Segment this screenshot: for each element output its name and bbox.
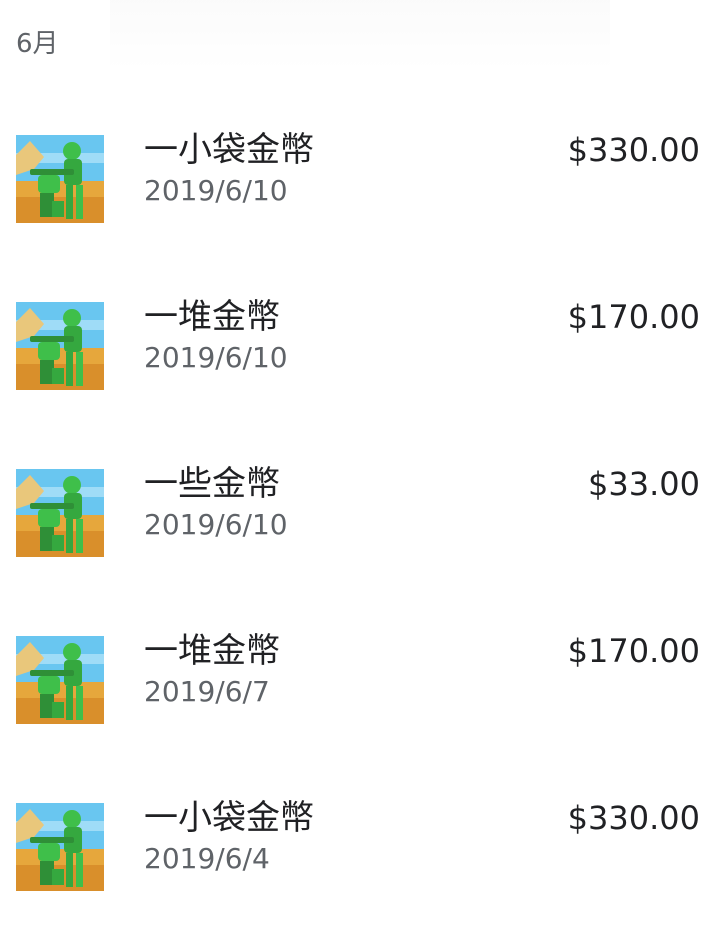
item-title: 一小袋金幣 [144,130,314,170]
army-men-game-icon [16,636,104,724]
item-title: 一小袋金幣 [144,798,314,838]
purchase-price: $330.00 [567,799,700,837]
item-title: 一堆金幣 [144,631,280,671]
purchase-price: $330.00 [567,131,700,169]
purchase-date: 2019/6/10 [144,341,288,374]
purchase-date: 2019/6/10 [144,508,288,541]
army-men-game-icon [16,469,104,557]
purchase-price: $170.00 [567,632,700,670]
purchase-date: 2019/6/10 [144,174,288,207]
purchase-date: 2019/6/4 [144,842,270,875]
army-men-game-icon [16,135,104,223]
army-men-game-icon [16,803,104,891]
purchase-list: 一小袋金幣 2019/6/10 $330.00 一堆金幣 2019/6/10 $… [0,110,720,945]
purchase-row[interactable]: 一小袋金幣 2019/6/10 $330.00 [0,110,720,277]
top-fade [110,0,610,70]
army-men-game-icon [16,302,104,390]
item-title: 一堆金幣 [144,297,280,337]
purchase-row[interactable]: 一小袋金幣 2019/6/4 $330.00 [0,778,720,945]
purchase-price: $33.00 [588,465,700,503]
purchase-row[interactable]: 一些金幣 2019/6/10 $33.00 [0,444,720,611]
month-header: 6月 [16,29,59,59]
purchase-price: $170.00 [567,298,700,336]
purchase-date: 2019/6/7 [144,675,270,708]
purchase-row[interactable]: 一堆金幣 2019/6/7 $170.00 [0,611,720,778]
item-title: 一些金幣 [144,464,280,504]
purchase-row[interactable]: 一堆金幣 2019/6/10 $170.00 [0,277,720,444]
